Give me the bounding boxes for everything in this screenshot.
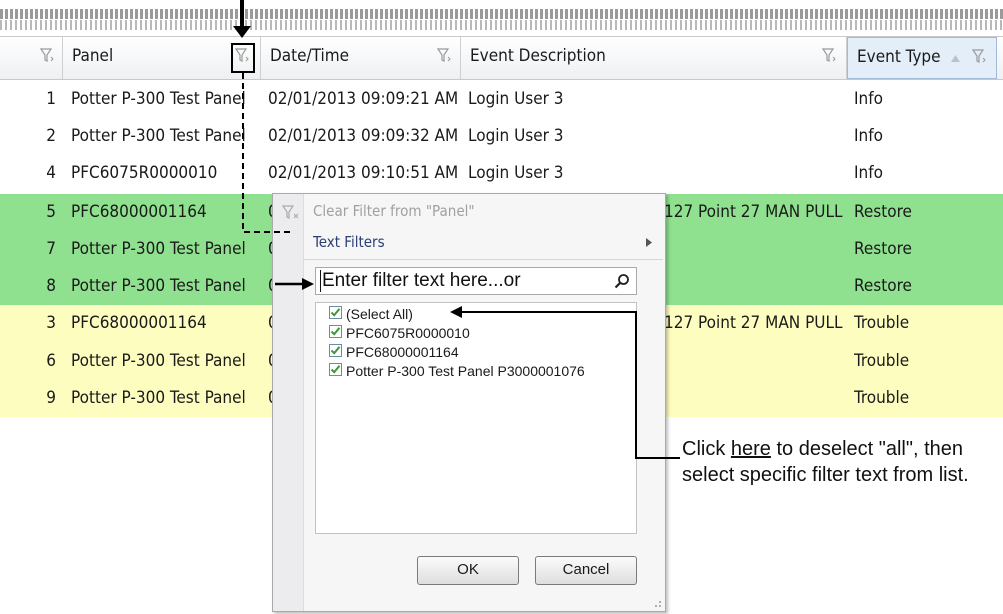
list-item[interactable]: PFC6075R0000010 <box>329 324 470 342</box>
cancel-button[interactable]: Cancel <box>535 556 637 585</box>
filter-icon[interactable] <box>235 47 249 63</box>
cell-panel: Potter P-300 Test Panel <box>71 239 246 259</box>
instruction-callout: Click here to deselect "all", then selec… <box>682 436 982 488</box>
cell-panel: PFC68000001164 <box>71 313 207 333</box>
cell-event-type: Info <box>854 89 883 109</box>
cell-description <box>664 343 844 380</box>
sort-ascending-icon <box>951 55 960 62</box>
cell-panel: Potter P-300 Test Panel <box>71 89 246 109</box>
cell-event-type: Restore <box>854 202 912 222</box>
column-header-event-type[interactable]: Event Type <box>847 37 997 79</box>
search-icon[interactable] <box>614 273 630 289</box>
list-item-label: PFC6075R0000010 <box>346 325 470 341</box>
popup-icon-gutter <box>273 194 304 611</box>
list-item-label: Potter P-300 Test Panel P3000001076 <box>346 363 585 379</box>
cell-event-type: Trouble <box>854 313 910 333</box>
table-row[interactable]: 4 PFC6075R0000010 02/01/2013 09:10:51 AM… <box>0 155 1003 192</box>
cell-panel: PFC6075R0000010 <box>71 163 218 183</box>
checkbox-checked-icon[interactable] <box>329 325 342 338</box>
row-number: 3 <box>46 313 56 333</box>
cell-description: Login User 3 <box>468 89 564 109</box>
checkbox-checked-icon[interactable] <box>329 363 342 376</box>
table-row[interactable]: 2 Potter P-300 Test Panel 02/01/2013 09:… <box>0 118 1003 155</box>
row-number: 6 <box>46 351 56 371</box>
column-header-datetime[interactable]: Date/Time <box>261 37 461 79</box>
column-header-event-description[interactable]: Event Description <box>461 37 847 79</box>
dotted-rule <box>0 9 1003 19</box>
clear-filter-menu-item[interactable]: Clear Filter from "Panel" <box>313 202 475 220</box>
callout-link: here <box>730 438 771 460</box>
cell-event-type: Trouble <box>854 351 910 371</box>
cell-event-type: Restore <box>854 239 912 259</box>
cell-panel: Potter P-300 Test Panel <box>71 276 246 296</box>
checkbox-checked-icon[interactable] <box>329 344 342 357</box>
cell-description: Login User 3 <box>468 163 564 183</box>
cell-event-type: Info <box>854 126 883 146</box>
cell-event-type: Restore <box>854 276 912 296</box>
list-item[interactable]: Potter P-300 Test Panel P3000001076 <box>329 362 585 380</box>
cell-event-type: Trouble <box>854 388 910 408</box>
row-number: 4 <box>46 163 56 183</box>
top-strip <box>0 0 1003 36</box>
cell-panel: Potter P-300 Test Panel <box>71 126 246 146</box>
filter-values-list[interactable]: (Select All) PFC6075R0000010 PFC68000001… <box>315 302 637 534</box>
cell-panel: Potter P-300 Test Panel <box>71 388 246 408</box>
text-filters-menu-item[interactable]: Text Filters <box>313 233 385 251</box>
list-item-label: (Select All) <box>346 306 413 322</box>
callout-text: Click <box>682 438 731 460</box>
list-item[interactable]: PFC68000001164 <box>329 343 459 361</box>
column-header-row-number[interactable] <box>0 37 63 79</box>
cell-panel: PFC68000001164 <box>71 202 207 222</box>
row-number: 7 <box>46 239 56 259</box>
row-number: 9 <box>46 388 56 408</box>
filter-search-box[interactable]: Enter filter text here...or <box>315 267 637 295</box>
cell-description <box>664 380 844 417</box>
cell-description: 127 Point 27 MAN PULL <box>664 313 843 333</box>
cell-description: Login User 3 <box>468 126 564 146</box>
row-number: 2 <box>46 126 56 146</box>
cell-datetime: 02/01/2013 09:09:32 AM <box>268 126 458 146</box>
filter-search-input[interactable]: Enter filter text here...or <box>320 270 521 292</box>
filter-icon[interactable] <box>972 48 986 64</box>
clear-filter-icon <box>282 205 299 219</box>
row-number: 5 <box>46 202 56 222</box>
grid-header: Panel Date/Time Event Description Event … <box>0 36 1003 80</box>
filter-icon[interactable] <box>822 47 836 63</box>
column-header-panel[interactable]: Panel <box>63 37 261 79</box>
cell-description <box>664 231 844 268</box>
submenu-arrow-icon <box>646 238 652 247</box>
filter-icon[interactable] <box>437 47 451 63</box>
row-number: 1 <box>46 89 56 109</box>
cell-panel: Potter P-300 Test Panel <box>71 351 246 371</box>
checkbox-checked-icon[interactable] <box>329 306 342 319</box>
list-item-label: PFC68000001164 <box>346 344 459 360</box>
cell-event-type: Info <box>854 163 883 183</box>
menu-divider <box>303 259 663 260</box>
cell-description: 127 Point 27 MAN PULL <box>664 202 843 222</box>
filter-icon[interactable] <box>40 47 54 63</box>
cell-description <box>664 268 844 305</box>
row-number: 8 <box>46 276 56 296</box>
ok-button[interactable]: OK <box>417 556 519 585</box>
table-row[interactable]: 1 Potter P-300 Test Panel 02/01/2013 09:… <box>0 81 1003 118</box>
cell-datetime: 02/01/2013 09:10:51 AM <box>268 163 458 183</box>
filter-popup: Clear Filter from "Panel" Text Filters E… <box>272 193 666 612</box>
cell-datetime: 02/01/2013 09:09:21 AM <box>268 89 458 109</box>
dotted-rule-2 <box>0 20 1003 30</box>
list-item[interactable]: (Select All) <box>329 305 413 323</box>
resize-grip-icon[interactable] <box>652 598 662 608</box>
